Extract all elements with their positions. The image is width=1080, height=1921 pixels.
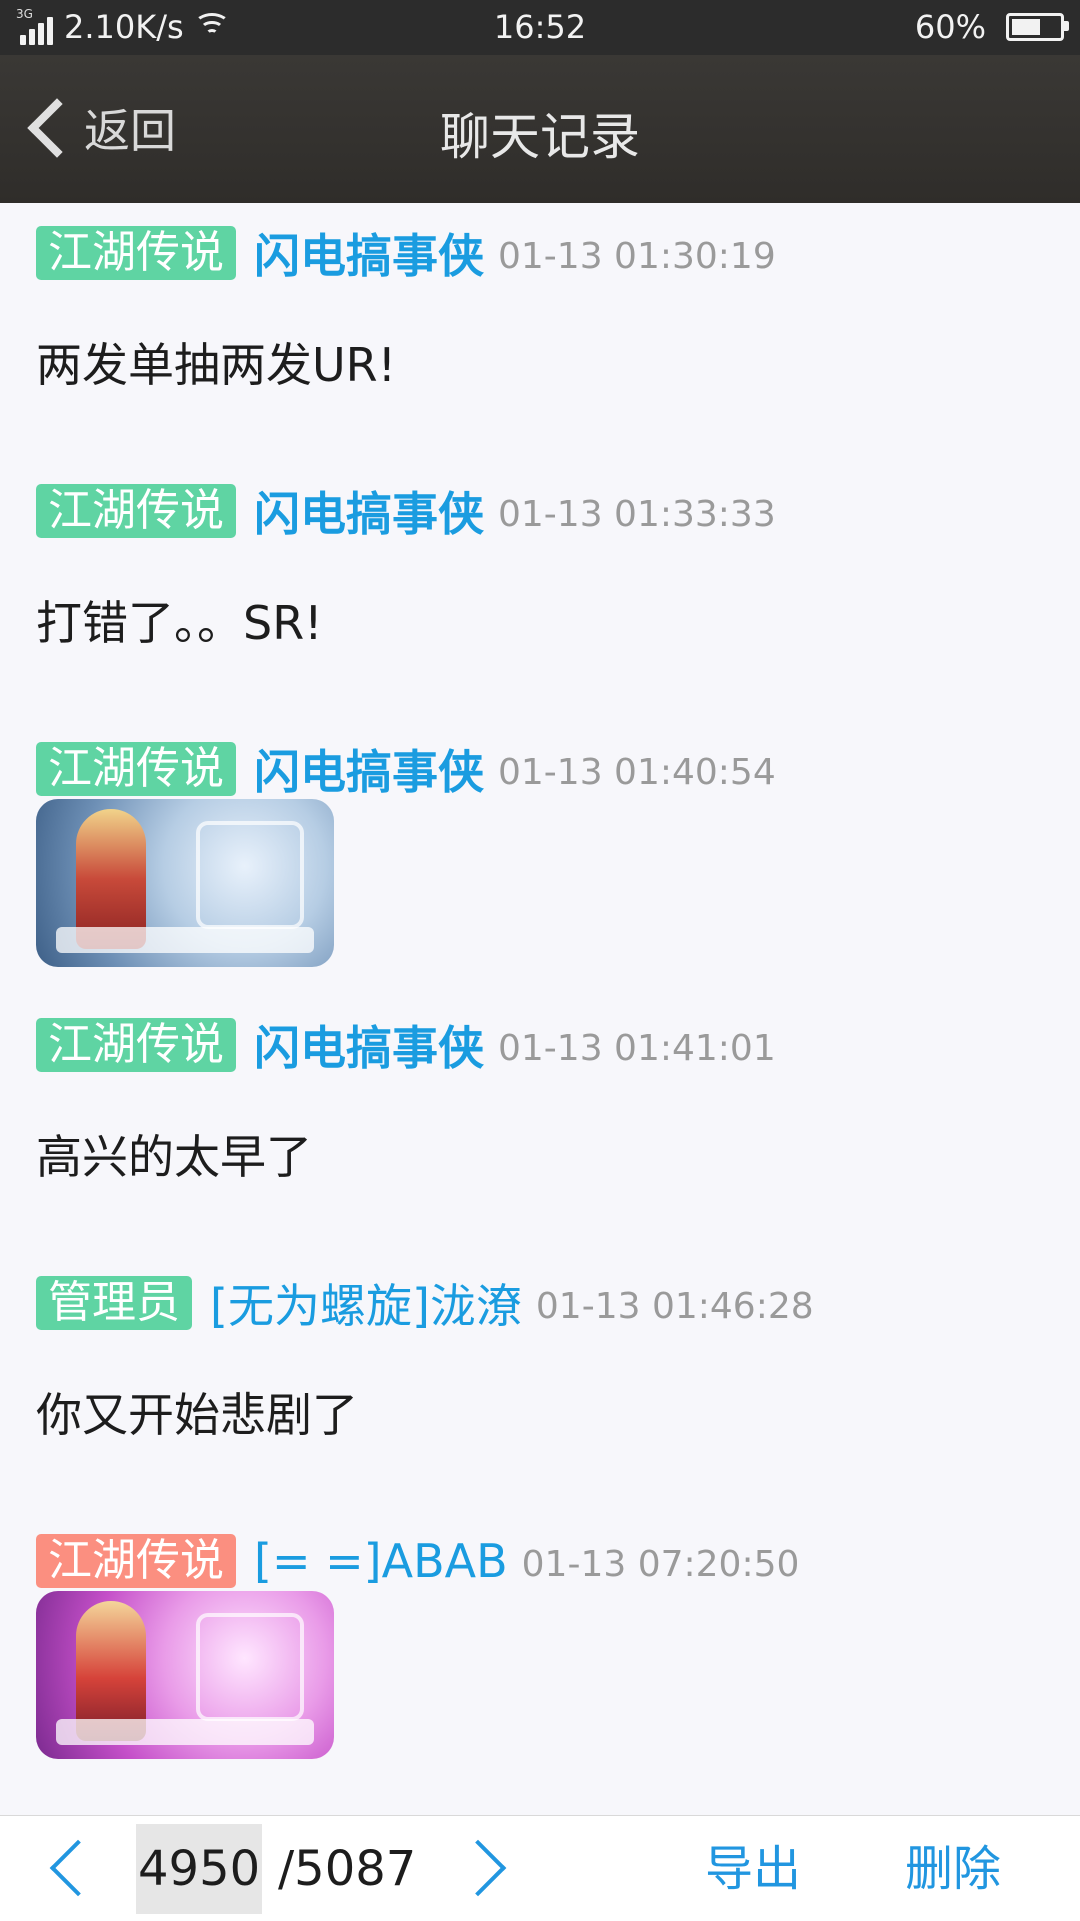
message-time: 01-13 01:46:28 [535,1285,814,1327]
image-thumbnail[interactable] [36,1591,334,1759]
message-time: 01-13 01:33:33 [498,493,776,535]
total-pages: /5087 [278,1841,417,1897]
sender-name[interactable]: 闪电搞事侠 [254,220,484,286]
sender-name[interactable]: 闪电搞事侠 [254,478,484,544]
message-header: 江湖传说 [= =]ABAB 01-13 07:20:50 [36,1531,1046,1591]
message-time: 01-13 01:41:01 [498,1027,776,1069]
sender-name[interactable]: 闪电搞事侠 [254,1012,484,1078]
message-text[interactable]: 你又开始悲剧了 [36,1379,1046,1445]
message-text[interactable]: 打错了。。SR! [36,587,1046,653]
chevron-left-icon[interactable] [49,1839,107,1897]
chat-message: 江湖传说 闪电搞事侠 01-13 01:40:54 [36,739,1046,967]
sender-name[interactable]: [= =]ABAB [254,1534,508,1588]
rarity-emblem-icon [196,1613,304,1721]
page-title: 聊天记录 [440,108,640,166]
status-right: 60% [914,8,1069,46]
export-button[interactable]: 导出 [705,1824,801,1914]
message-header: 江湖传说 闪电搞事侠 01-13 01:30:19 [36,223,1046,283]
chat-message: 江湖传说 闪电搞事侠 01-13 01:41:01 高兴的太早了 [36,1015,1046,1187]
bottom-toolbar: 4950 /5087 导出 删除 [0,1815,1080,1921]
sender-name[interactable]: [无为螺旋]泷潦 [210,1270,522,1336]
message-time: 01-13 07:20:50 [521,1543,800,1585]
status-bar: 3G 2.10K/s 16:52 60% [0,0,1080,55]
thumbnail-caption-bar [56,1719,314,1745]
chat-message: 江湖传说 闪电搞事侠 01-13 01:33:33 打错了。。SR! [36,481,1046,653]
title-badge: 江湖传说 [36,1018,236,1072]
message-header: 江湖传说 闪电搞事侠 01-13 01:41:01 [36,1015,1046,1075]
message-time: 01-13 01:30:19 [498,235,776,277]
title-badge: 江湖传说 [36,226,236,280]
current-page-input[interactable]: 4950 [136,1824,263,1914]
message-header: 管理员 [无为螺旋]泷潦 01-13 01:46:28 [36,1273,1046,1333]
message-text[interactable]: 两发单抽两发UR! [36,329,1046,395]
message-text[interactable]: 高兴的太早了 [36,1121,1046,1187]
battery-fill [1012,19,1040,35]
chat-list[interactable]: 江湖传说 闪电搞事侠 01-13 01:30:19 两发单抽两发UR! 江湖传说… [0,203,1080,1815]
thumbnail-caption-bar [56,927,314,953]
sender-name[interactable]: 闪电搞事侠 [254,736,484,802]
title-badge: 江湖传说 [36,1534,236,1588]
battery-icon [1006,13,1069,41]
nav-header: 返回 聊天记录 [0,55,1080,203]
title-badge: 江湖传说 [36,742,236,796]
chat-message: 江湖传说 [= =]ABAB 01-13 07:20:50 [36,1531,1046,1759]
message-time: 01-13 01:40:54 [498,751,776,793]
message-header: 江湖传说 闪电搞事侠 01-13 01:40:54 [36,739,1046,799]
chat-message: 管理员 [无为螺旋]泷潦 01-13 01:46:28 你又开始悲剧了 [36,1273,1046,1445]
message-header: 江湖传说 闪电搞事侠 01-13 01:33:33 [36,481,1046,541]
title-badge: 管理员 [36,1276,192,1330]
rarity-emblem-icon [196,821,304,929]
title-badge: 江湖传说 [36,484,236,538]
chat-message: 江湖传说 闪电搞事侠 01-13 01:30:19 两发单抽两发UR! [36,223,1046,395]
chevron-right-icon[interactable] [449,1839,507,1897]
delete-button[interactable]: 删除 [905,1824,1001,1914]
battery-percent: 60% [914,8,986,46]
image-thumbnail[interactable] [36,799,334,967]
